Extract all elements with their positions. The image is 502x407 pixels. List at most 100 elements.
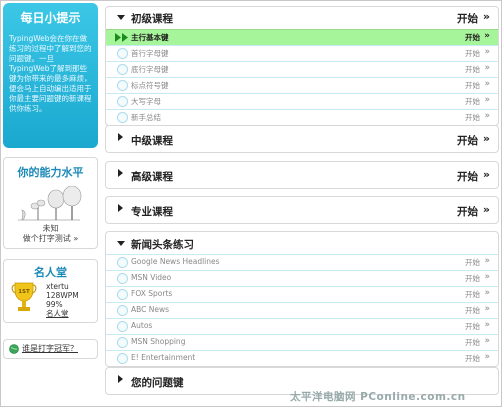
news-row[interactable]: ABC News 开始 » bbox=[106, 302, 498, 318]
circle-icon bbox=[117, 48, 128, 59]
lesson-row[interactable]: 新手总结 开始 » bbox=[106, 109, 498, 125]
lesson-start-button[interactable]: 开始 bbox=[465, 32, 480, 43]
globe-icon bbox=[9, 344, 19, 354]
double-chevron-icon: » bbox=[484, 288, 490, 298]
beginner-course-header[interactable]: 初级课程 开始 » bbox=[106, 7, 498, 29]
news-label: Autos bbox=[131, 321, 153, 330]
chevron-right-icon bbox=[118, 375, 123, 383]
chevron-down-icon bbox=[117, 15, 125, 20]
hall-of-fame-link[interactable]: 名人堂 bbox=[46, 309, 79, 318]
intermediate-course-header[interactable]: 中级课程 开始 » bbox=[106, 126, 498, 152]
double-chevron-icon: » bbox=[484, 95, 490, 105]
lesson-start-button[interactable]: 开始 bbox=[465, 80, 480, 91]
beginner-start-button[interactable]: 开始 bbox=[457, 11, 478, 26]
lesson-label: 标点符号键 bbox=[131, 81, 169, 90]
news-row[interactable]: MSN Shopping 开始 » bbox=[106, 334, 498, 350]
daily-tip-panel: 每日小提示 TypingWeb会在你在做练习的过程中了解到您的问题键。一旦Typ… bbox=[3, 3, 98, 148]
double-chevron-icon: » bbox=[484, 320, 490, 330]
beginner-course-section: 初级课程 开始 » 主行基本键 开始 » 首行字母键 开始 » 底行字母键 开始… bbox=[105, 6, 499, 126]
news-start-button[interactable]: 开始 bbox=[465, 353, 480, 364]
news-label: ABC News bbox=[131, 305, 170, 314]
trophy-icon: 1ST bbox=[11, 282, 37, 311]
advanced-start-button[interactable]: 开始 bbox=[457, 169, 478, 184]
circle-icon bbox=[117, 337, 128, 348]
news-row[interactable]: Autos 开始 » bbox=[106, 318, 498, 334]
news-practice-section: 新闻头条练习 Google News Headlines 开始 » MSN Vi… bbox=[105, 231, 499, 367]
double-chevron-icon: » bbox=[482, 132, 490, 145]
lesson-start-button[interactable]: 开始 bbox=[465, 112, 480, 123]
chevron-right-icon bbox=[118, 204, 123, 212]
double-chevron-icon: » bbox=[484, 256, 490, 266]
lesson-start-button[interactable]: 开始 bbox=[465, 48, 480, 59]
circle-icon bbox=[117, 305, 128, 316]
lesson-row[interactable]: 首行字母键 开始 » bbox=[106, 45, 498, 61]
double-chevron-icon: » bbox=[482, 10, 490, 23]
lesson-row[interactable]: 标点符号键 开始 » bbox=[106, 77, 498, 93]
typing-test-link[interactable]: 做个打字测试 » bbox=[4, 234, 97, 244]
daily-tip-text: TypingWeb会在你在做练习的过程中了解到您的问题键。一旦TypingWeb… bbox=[9, 34, 92, 113]
news-row[interactable]: MSN Video 开始 » bbox=[106, 270, 498, 286]
circle-icon bbox=[117, 257, 128, 268]
double-chevron-icon: » bbox=[484, 352, 490, 362]
news-practice-header[interactable]: 新闻头条练习 bbox=[106, 232, 498, 254]
hall-of-fame-panel: 名人堂 1ST xtertu 128WPM 99% 名人堂 bbox=[3, 259, 98, 323]
news-start-button[interactable]: 开始 bbox=[465, 273, 480, 284]
lesson-label: 主行基本键 bbox=[131, 33, 169, 42]
news-start-button[interactable]: 开始 bbox=[465, 305, 480, 316]
professional-course-section: 专业课程 开始 » bbox=[105, 196, 499, 224]
fame-accuracy: 99% bbox=[46, 300, 63, 309]
double-chevron-icon: » bbox=[482, 203, 490, 216]
lesson-start-button[interactable]: 开始 bbox=[465, 64, 480, 75]
hall-of-fame-info: xtertu 128WPM 99% 名人堂 bbox=[46, 282, 79, 318]
skill-level-panel: 你的能力水平 未知 做个打字测试 » bbox=[3, 157, 98, 249]
lesson-row[interactable]: 底行字母键 开始 » bbox=[106, 61, 498, 77]
chevron-down-icon bbox=[117, 241, 125, 246]
double-chevron-icon: » bbox=[482, 168, 490, 181]
news-row[interactable]: Google News Headlines 开始 » bbox=[106, 254, 498, 270]
lesson-label: 底行字母键 bbox=[131, 65, 169, 74]
news-start-button[interactable]: 开始 bbox=[465, 337, 480, 348]
circle-icon bbox=[117, 273, 128, 284]
double-chevron-icon: » bbox=[484, 63, 490, 73]
who-is-champion-link[interactable]: 谁是打字冠军？ bbox=[22, 340, 78, 358]
chevron-right-icon bbox=[118, 169, 123, 177]
professional-course-header[interactable]: 专业课程 开始 » bbox=[106, 197, 498, 223]
double-chevron-icon: » bbox=[484, 47, 490, 57]
lesson-label: 新手总结 bbox=[131, 113, 161, 122]
play-arrows-icon bbox=[115, 33, 128, 42]
news-start-button[interactable]: 开始 bbox=[465, 321, 480, 332]
circle-icon bbox=[117, 289, 128, 300]
news-label: FOX Sports bbox=[131, 289, 173, 298]
news-start-button[interactable]: 开始 bbox=[465, 289, 480, 300]
professional-start-button[interactable]: 开始 bbox=[457, 204, 478, 219]
news-label: Google News Headlines bbox=[131, 257, 220, 266]
news-row[interactable]: FOX Sports 开始 » bbox=[106, 286, 498, 302]
advanced-course-header[interactable]: 高级课程 开始 » bbox=[106, 162, 498, 188]
double-chevron-icon: » bbox=[484, 79, 490, 89]
trophy-rank: 1ST bbox=[18, 289, 30, 295]
news-start-button[interactable]: 开始 bbox=[465, 257, 480, 268]
lesson-row[interactable]: 大写字母 开始 » bbox=[106, 93, 498, 109]
double-chevron-icon: » bbox=[484, 111, 490, 121]
double-chevron-icon: » bbox=[484, 31, 490, 41]
lesson-label: 大写字母 bbox=[131, 97, 161, 106]
skill-level-text: 未知 做个打字测试 » bbox=[4, 224, 97, 244]
news-label: E! Entertainment bbox=[131, 353, 196, 362]
intermediate-course-title: 中级课程 bbox=[131, 135, 173, 147]
circle-icon bbox=[117, 321, 128, 332]
lesson-start-button[interactable]: 开始 bbox=[465, 96, 480, 107]
intermediate-start-button[interactable]: 开始 bbox=[457, 133, 478, 148]
chevron-right-icon bbox=[118, 133, 123, 141]
tree-growth-icon bbox=[18, 186, 82, 221]
skill-level-title: 你的能力水平 bbox=[17, 166, 84, 179]
advanced-course-section: 高级课程 开始 » bbox=[105, 161, 499, 189]
fame-wpm: 128WPM bbox=[46, 291, 79, 300]
daily-tip-title: 每日小提示 bbox=[20, 11, 81, 25]
news-row[interactable]: E! Entertainment 开始 » bbox=[106, 350, 498, 366]
news-practice-title: 新闻头条练习 bbox=[131, 239, 194, 251]
double-chevron-icon: » bbox=[484, 304, 490, 314]
who-is-champion-panel[interactable]: 谁是打字冠军？ bbox=[3, 339, 98, 359]
lesson-row-home-row[interactable]: 主行基本键 开始 » bbox=[106, 29, 498, 45]
circle-icon bbox=[117, 96, 128, 107]
circle-icon bbox=[117, 64, 128, 75]
